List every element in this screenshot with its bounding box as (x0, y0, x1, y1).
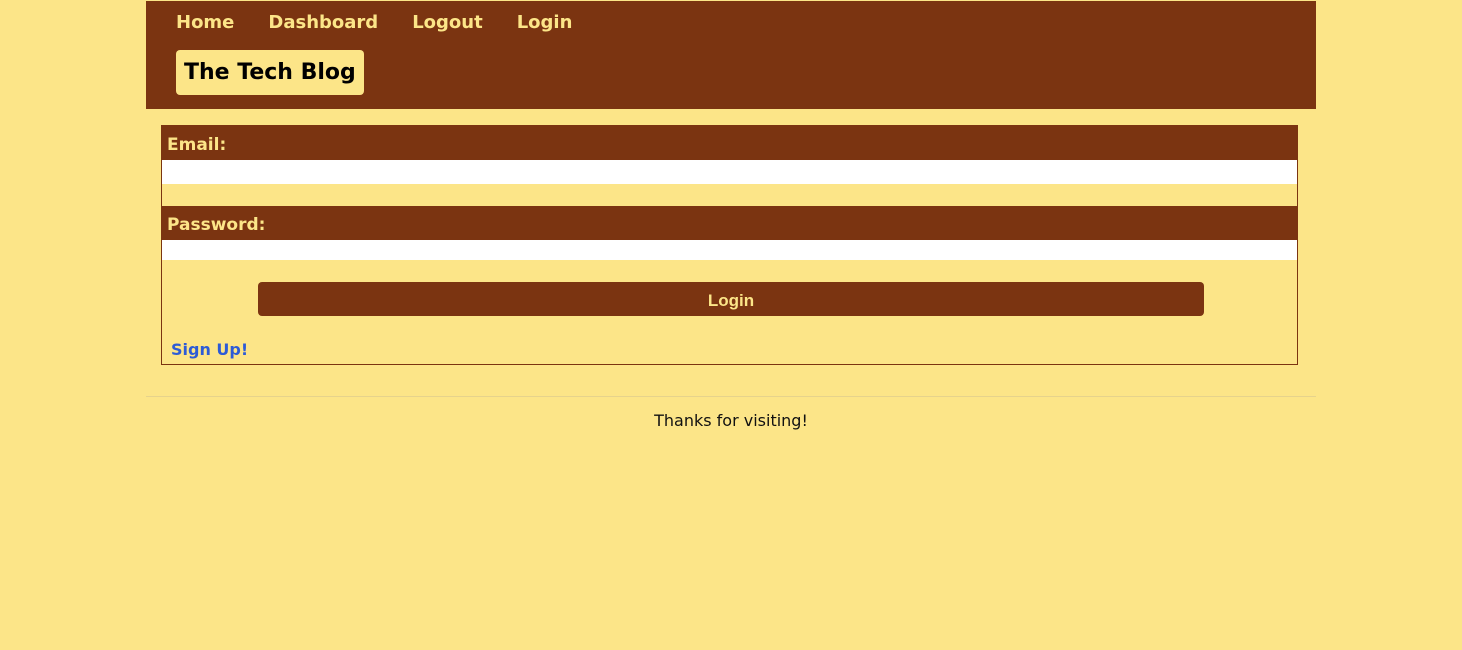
login-button[interactable]: Login (258, 282, 1204, 316)
email-label: Email: (162, 126, 1297, 160)
main-container: Home Dashboard Logout Login The Tech Blo… (146, 1, 1316, 430)
email-field[interactable] (162, 160, 1297, 184)
site-header: Home Dashboard Logout Login The Tech Blo… (146, 1, 1316, 109)
site-title: The Tech Blog (176, 50, 364, 95)
nav-bar: Home Dashboard Logout Login (176, 11, 606, 35)
password-field[interactable] (162, 240, 1297, 260)
page: Home Dashboard Logout Login The Tech Blo… (0, 0, 1462, 650)
login-form: Email: Password: Login Sign Up! (161, 125, 1298, 365)
signup-link[interactable]: Sign Up! (171, 340, 248, 359)
password-label: Password: (162, 206, 1297, 240)
nav-logout-link[interactable]: Logout (412, 11, 483, 35)
nav-login-link[interactable]: Login (517, 11, 573, 35)
footer-divider (146, 396, 1316, 397)
nav-home-link[interactable]: Home (176, 11, 234, 35)
footer-text: Thanks for visiting! (654, 411, 808, 430)
nav-dashboard-link[interactable]: Dashboard (268, 11, 378, 35)
